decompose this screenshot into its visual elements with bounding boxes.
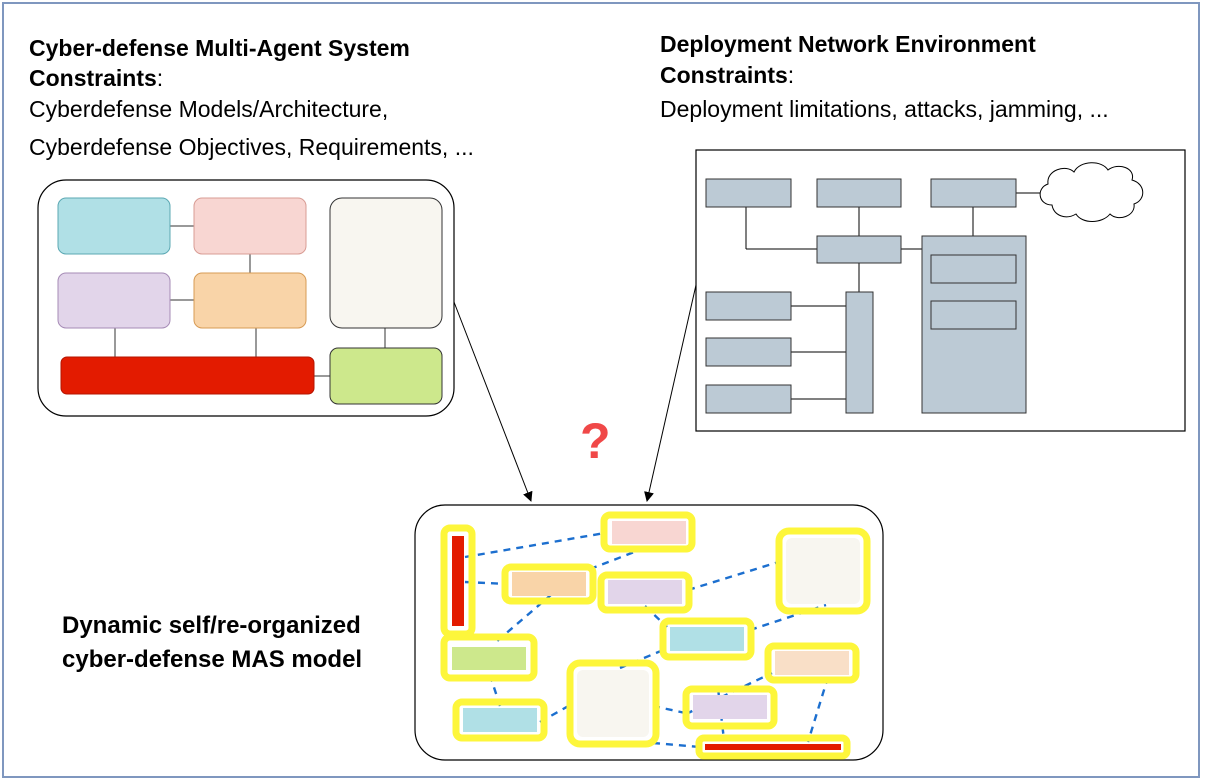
network-node [705, 291, 792, 321]
dynamic-mas-panel [414, 504, 884, 761]
arrow-mas-to-dynamic [453, 301, 533, 502]
mas-pink-module [193, 197, 307, 255]
network-node [705, 178, 792, 208]
agent-red-horizontal [705, 744, 841, 750]
agent-teal [670, 627, 744, 651]
network-rack-unit [930, 254, 1017, 284]
agent-red-vertical [452, 536, 464, 626]
network-node [930, 178, 1017, 208]
mas-architecture-panel [37, 179, 455, 417]
mas-cream-module [329, 197, 443, 329]
arrow-network-to-dynamic [644, 284, 697, 502]
agent-lavender-2 [693, 695, 767, 719]
network-switch [816, 235, 902, 264]
agent-light-peach [775, 651, 849, 675]
diagram-graphics [37, 149, 1186, 761]
agent-pink [612, 521, 686, 544]
network-environment-panel [695, 149, 1186, 432]
network-node [816, 178, 902, 208]
mas-lavender-module [57, 272, 171, 329]
agent-cream [786, 538, 860, 604]
agent-cream-2 [577, 670, 649, 737]
network-node [705, 337, 792, 367]
network-rack-unit [930, 300, 1017, 330]
mas-red-bus [60, 356, 315, 395]
cloud-icon [1039, 162, 1144, 222]
agent-peach [512, 572, 586, 596]
agent-lavender [608, 580, 682, 604]
mas-teal-module [57, 197, 171, 255]
agent-green [452, 647, 526, 670]
network-node [705, 384, 792, 414]
mas-green-module [329, 347, 443, 405]
agent-teal-2 [463, 708, 537, 732]
mas-peach-module [193, 272, 307, 329]
network-vertical-switch [845, 291, 874, 414]
